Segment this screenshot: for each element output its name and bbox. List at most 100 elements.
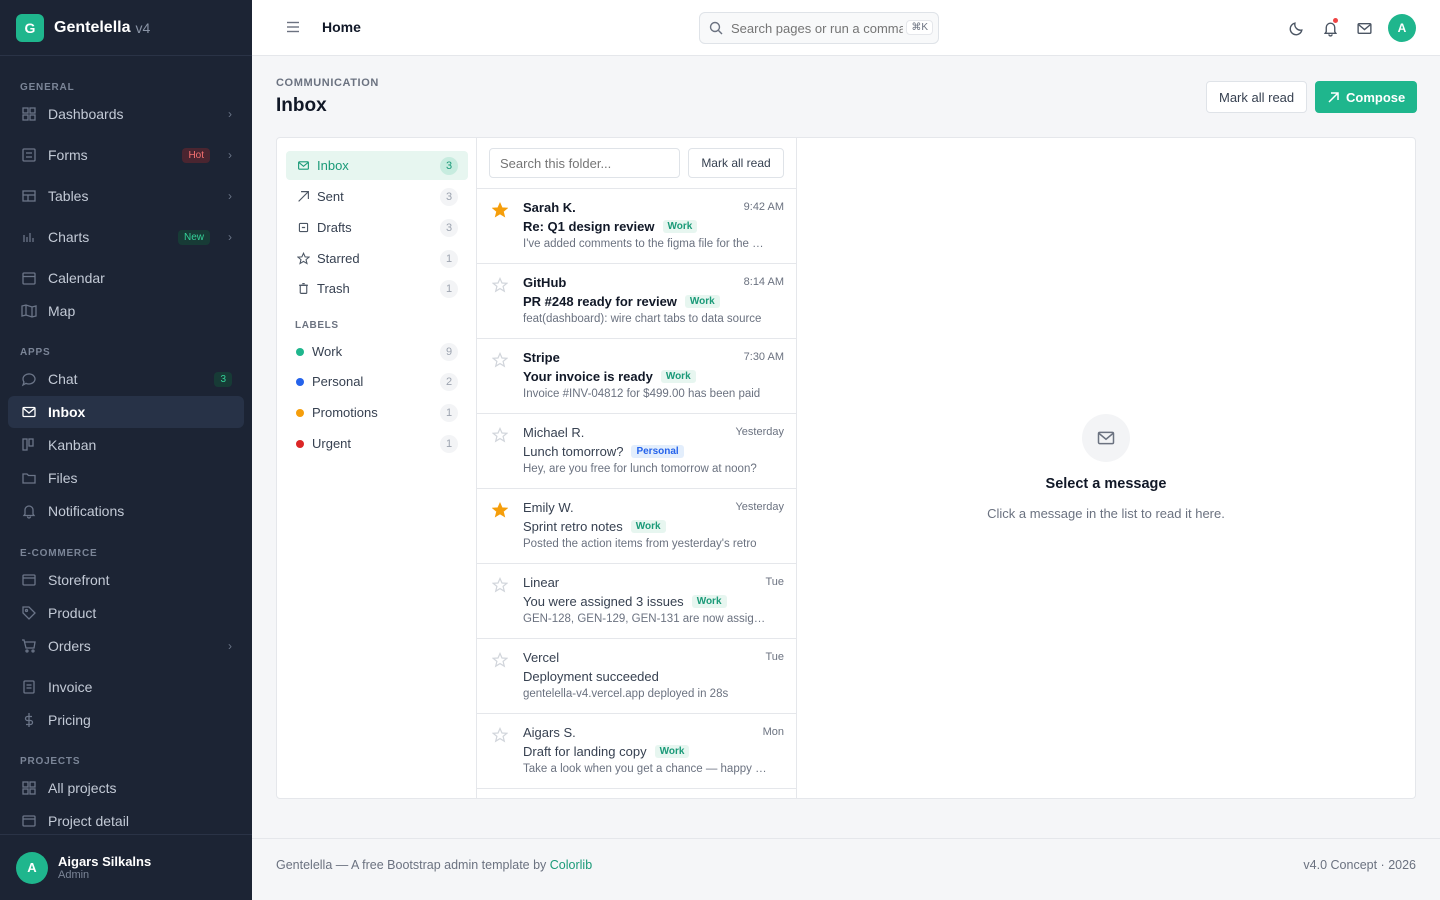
sidebar-item-label: Product [48, 605, 97, 621]
label-name: Work [312, 344, 343, 359]
compose-button[interactable]: Compose [1315, 81, 1418, 113]
sidebar-item-label: Forms [48, 147, 88, 163]
sidebar-item-label: Files [48, 470, 78, 486]
message-time: Yesterday [735, 501, 784, 513]
list-mark-all-read-button[interactable]: Mark all read [688, 148, 784, 178]
sidebar-item-label: Kanban [48, 437, 97, 453]
star-icon[interactable] [492, 577, 508, 593]
star-icon[interactable] [492, 352, 508, 368]
sidebar-item-calendar[interactable]: Calendar [8, 262, 244, 294]
star-icon[interactable] [492, 277, 508, 293]
calendar-icon [20, 269, 38, 287]
star-icon [296, 252, 310, 266]
folder-search-input[interactable] [489, 148, 680, 178]
global-search[interactable]: ⌘K [699, 12, 939, 44]
inbox-card: Inbox 3 Sent 3 Drafts 3 Starred 1 Trash … [276, 137, 1416, 799]
message-row[interactable]: Vercel Tue Deployment succeeded gentelella-… [477, 639, 796, 714]
message-row[interactable]: Linear Tue You were assigned 3 issues Work G… [477, 564, 796, 639]
star-icon[interactable] [492, 652, 508, 668]
message-row[interactable]: Aigars S. Mon Draft for landing copy Work Ta… [477, 714, 796, 789]
send-icon [296, 190, 310, 204]
folder-label: Drafts [317, 220, 352, 235]
section-ecommerce: E-COMMERCE [20, 548, 98, 559]
message-subject-text: Deployment succeeded [523, 669, 659, 684]
shortcut-hint: ⌘K [906, 20, 933, 35]
sidebar-item-pricing[interactable]: Pricing [8, 704, 244, 736]
label-promotions[interactable]: Promotions 1 [286, 398, 468, 427]
folder-label: Sent [317, 189, 344, 204]
sidebar-item-inbox[interactable]: Inbox [8, 396, 244, 428]
sidebar-item-forms[interactable]: Forms Hot › [8, 139, 244, 171]
message-sender: Vercel [523, 650, 560, 665]
message-subject: Re: Q1 design review Work [523, 219, 698, 234]
section-general: GENERAL [20, 82, 75, 93]
sidebar-item-invoice[interactable]: Invoice [8, 671, 244, 703]
folder-starred[interactable]: Starred 1 [286, 244, 468, 273]
message-time: Mon [762, 726, 784, 738]
folder-sent[interactable]: Sent 3 [286, 182, 468, 211]
sidebar-item-charts[interactable]: Charts New › [8, 221, 244, 253]
message-tag: Work [630, 520, 666, 533]
folder-drafts[interactable]: Drafts 3 [286, 213, 468, 242]
sidebar-item-notifications[interactable]: Notifications [8, 495, 244, 527]
page-title: Inbox [276, 95, 327, 116]
message-row[interactable]: Sarah K. 9:42 AM Re: Q1 design review Work I… [477, 189, 796, 264]
label-dot [296, 377, 304, 386]
star-icon[interactable] [492, 727, 508, 743]
message-tag: Personal [631, 445, 684, 458]
user-avatar-button[interactable]: A [1388, 14, 1416, 42]
sidebar-item-map[interactable]: Map [8, 295, 244, 327]
label-personal[interactable]: Personal 2 [286, 367, 468, 396]
sidebar-item-tables[interactable]: Tables › [8, 180, 244, 212]
label-count: 2 [440, 372, 458, 391]
folder-count: 1 [440, 279, 458, 298]
footer-credit: Gentelella — A free Bootstrap admin temp… [276, 858, 592, 872]
folder-count: 1 [440, 249, 458, 268]
sidebar-item-chat[interactable]: Chat 3 [8, 363, 244, 395]
hot-badge: Hot [182, 147, 210, 163]
folder-trash[interactable]: Trash 1 [286, 274, 468, 303]
sidebar-item-storefront[interactable]: Storefront [8, 564, 244, 596]
label-work[interactable]: Work 9 [286, 337, 468, 366]
sidebar-user[interactable]: A Aigars Silkalns Admin [0, 834, 252, 900]
folder-count: 3 [440, 156, 458, 175]
sidebar-item-product[interactable]: Product [8, 597, 244, 629]
sidebar-item-label: Tables [48, 188, 89, 204]
search-input[interactable] [731, 20, 903, 36]
message-time: Tue [765, 576, 784, 588]
brand[interactable]: G Gentelella v4 [0, 0, 252, 56]
avatar: A [16, 851, 48, 884]
sidebar-item-project-detail[interactable]: Project detail [8, 805, 244, 834]
mark-all-read-button[interactable]: Mark all read [1206, 81, 1308, 113]
kanban-icon [20, 436, 38, 454]
message-row[interactable]: Emily W. Yesterday Sprint retro notes Work P… [477, 489, 796, 564]
messages-button[interactable] [1350, 14, 1378, 42]
sidebar-item-all-projects[interactable]: All projects [8, 772, 244, 804]
sidebar-item-dashboards[interactable]: Dashboards › [8, 98, 244, 130]
topbar-actions: A [1276, 14, 1416, 42]
star-icon[interactable] [492, 502, 508, 518]
sidebar-item-label: Invoice [48, 679, 93, 695]
colorlib-link[interactable]: Colorlib [550, 858, 592, 872]
moon-icon [1289, 21, 1303, 35]
message-subject-text: Lunch tomorrow? [523, 444, 624, 459]
mail-icon [1356, 22, 1372, 34]
notifications-button[interactable] [1316, 14, 1344, 42]
message-row[interactable]: GitHub 8:14 AM PR #248 ready for review Wor… [477, 264, 796, 339]
label-urgent[interactable]: Urgent 1 [286, 429, 468, 458]
folder-inbox[interactable]: Inbox 3 [286, 151, 468, 180]
sidebar-item-orders[interactable]: Orders › [8, 630, 244, 662]
sidebar-item-files[interactable]: Files [8, 462, 244, 494]
message-row[interactable]: Stripe 7:30 AM Your invoice is ready Work In… [477, 339, 796, 414]
sidebar-item-kanban[interactable]: Kanban [8, 429, 244, 461]
message-sender: Linear [523, 575, 560, 590]
star-icon[interactable] [492, 427, 508, 443]
message-row[interactable]: Michael R. Yesterday Lunch tomorrow? Person… [477, 414, 796, 489]
sidebar-item-label: Calendar [48, 270, 105, 286]
cart-icon [20, 637, 38, 655]
theme-toggle-button[interactable] [1282, 14, 1310, 42]
message-time: Yesterday [735, 426, 784, 438]
menu-icon[interactable] [286, 20, 300, 34]
star-icon[interactable] [492, 202, 508, 218]
chevron-right-icon: › [228, 107, 232, 121]
